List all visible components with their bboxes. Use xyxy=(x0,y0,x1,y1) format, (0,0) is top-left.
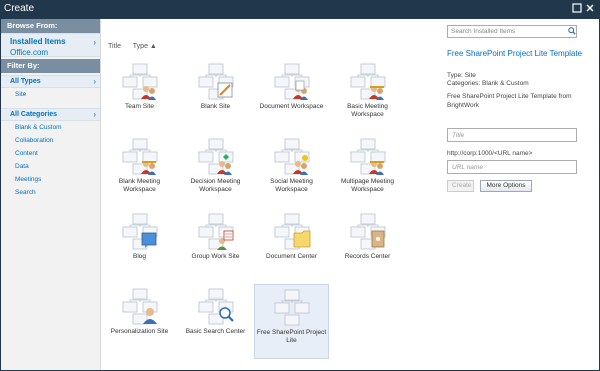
search-icon[interactable] xyxy=(568,27,576,35)
template-label: Blog xyxy=(132,253,146,260)
template-label: Multipage Meeting Workspace xyxy=(340,178,395,193)
all-types-link[interactable]: All Types xyxy=(1,76,100,88)
sort-by-title[interactable]: Title xyxy=(108,43,121,50)
category-filter-data[interactable]: Data xyxy=(1,160,100,173)
url-prefix: http://corp:1000/<URL name> xyxy=(447,150,533,157)
template-tile[interactable]: Decision Meeting Workspace xyxy=(178,134,253,209)
records-center-icon xyxy=(350,213,385,250)
template-tile[interactable]: Group Work Site xyxy=(178,209,253,284)
template-tile[interactable]: Social Meeting Workspace xyxy=(254,134,329,209)
all-categories-row[interactable]: All Categories › xyxy=(1,108,100,121)
sort-bar: Title Type ▲ xyxy=(108,43,167,50)
create-button[interactable]: Create xyxy=(447,180,474,192)
template-categories: Categories: Blank & Custom xyxy=(447,80,529,87)
template-tile[interactable]: Blog xyxy=(102,209,177,284)
all-categories-link[interactable]: All Categories xyxy=(1,109,100,121)
details-panel: Search Installed Items Free SharePoint P… xyxy=(441,19,600,371)
blog-icon xyxy=(122,213,157,250)
chevron-right-icon: › xyxy=(93,38,96,47)
create-dialog: Browse From: Installed Items › Office.co… xyxy=(0,19,600,371)
template-tile[interactable]: Free SharePoint Project Lite xyxy=(254,284,329,359)
template-label: Basic Meeting Workspace xyxy=(347,103,388,118)
template-tile[interactable]: Document Workspace xyxy=(254,59,329,134)
title-field[interactable]: Title xyxy=(447,128,577,142)
close-icon[interactable] xyxy=(585,3,595,13)
installed-items-link[interactable]: Installed Items xyxy=(1,36,100,47)
sort-by-type[interactable]: Type ▲ xyxy=(133,43,157,50)
template-label: Personalization Site xyxy=(110,328,169,335)
template-label: Group Work Site xyxy=(191,253,240,260)
browse-from-header: Browse From: xyxy=(1,19,100,33)
personalization-icon xyxy=(122,288,157,325)
project-lite-icon xyxy=(274,289,309,326)
more-options-button[interactable]: More Options xyxy=(480,180,532,192)
blank-site-icon xyxy=(198,63,233,100)
blank-meeting-icon xyxy=(122,138,157,175)
document-center-icon xyxy=(274,213,310,250)
category-filter-content[interactable]: Content xyxy=(1,147,100,160)
template-tile[interactable]: Blank Site xyxy=(178,59,253,134)
template-label: Document Center xyxy=(266,253,317,260)
category-filter-meetings[interactable]: Meetings xyxy=(1,173,100,186)
search-center-icon xyxy=(198,288,234,325)
template-tile[interactable]: Records Center xyxy=(330,209,405,284)
template-tile[interactable]: Multipage Meeting Workspace xyxy=(330,134,405,209)
url-name-field[interactable]: URL name xyxy=(447,160,577,174)
template-label: Document Workspace xyxy=(259,103,324,110)
template-label: Free SharePoint Project Lite xyxy=(256,329,327,344)
multipage-meeting-icon xyxy=(350,138,385,175)
template-label: Records Center xyxy=(344,253,391,260)
search-input[interactable]: Search Installed Items xyxy=(447,25,577,38)
type-filter-site[interactable]: Site xyxy=(1,88,100,101)
template-label: Blank Meeting Workspace xyxy=(118,178,161,193)
filter-by-header: Filter By: xyxy=(1,59,100,73)
decision-meeting-icon xyxy=(198,138,233,175)
template-tile[interactable]: Basic Meeting Workspace xyxy=(330,59,405,134)
sidebar: Browse From: Installed Items › Office.co… xyxy=(1,19,101,370)
all-types-row[interactable]: All Types › xyxy=(1,75,100,88)
template-label: Basic Search Center xyxy=(185,328,246,335)
social-meeting-icon xyxy=(274,138,309,175)
title-bar: Create xyxy=(0,0,600,19)
maximize-icon[interactable] xyxy=(572,3,582,13)
template-label: Decision Meeting Workspace xyxy=(190,178,241,193)
template-description: Free SharePoint Project Lite Template fr… xyxy=(447,93,572,109)
window-title: Create xyxy=(4,3,35,14)
template-grid: Team Site Blank Site Document Workspace Bas… xyxy=(102,59,432,371)
installed-items-row[interactable]: Installed Items › Office.com xyxy=(1,33,100,57)
template-tile[interactable]: Basic Search Center xyxy=(178,284,253,359)
document-workspace-icon xyxy=(274,63,309,100)
template-tile[interactable]: Team Site xyxy=(102,59,177,134)
template-label: Blank Site xyxy=(200,103,231,110)
chevron-right-icon: › xyxy=(93,77,96,86)
chevron-right-icon: › xyxy=(93,110,96,119)
group-work-icon xyxy=(198,213,233,250)
template-detail-title: Free SharePoint Project Lite Template xyxy=(447,49,583,58)
template-tile[interactable]: Personalization Site xyxy=(102,284,177,359)
template-label: Social Meeting Workspace xyxy=(270,178,313,193)
template-tile[interactable]: Blank Meeting Workspace xyxy=(102,134,177,209)
team-site-icon xyxy=(122,63,157,100)
category-filter-blank-custom[interactable]: Blank & Custom xyxy=(1,121,100,134)
category-filter-collaboration[interactable]: Collaboration xyxy=(1,134,100,147)
office-link[interactable]: Office.com xyxy=(1,47,100,58)
category-filter-search[interactable]: Search xyxy=(1,186,100,199)
template-tile[interactable]: Document Center xyxy=(254,209,329,284)
template-label: Team Site xyxy=(125,103,154,110)
basic-meeting-icon xyxy=(350,63,385,100)
